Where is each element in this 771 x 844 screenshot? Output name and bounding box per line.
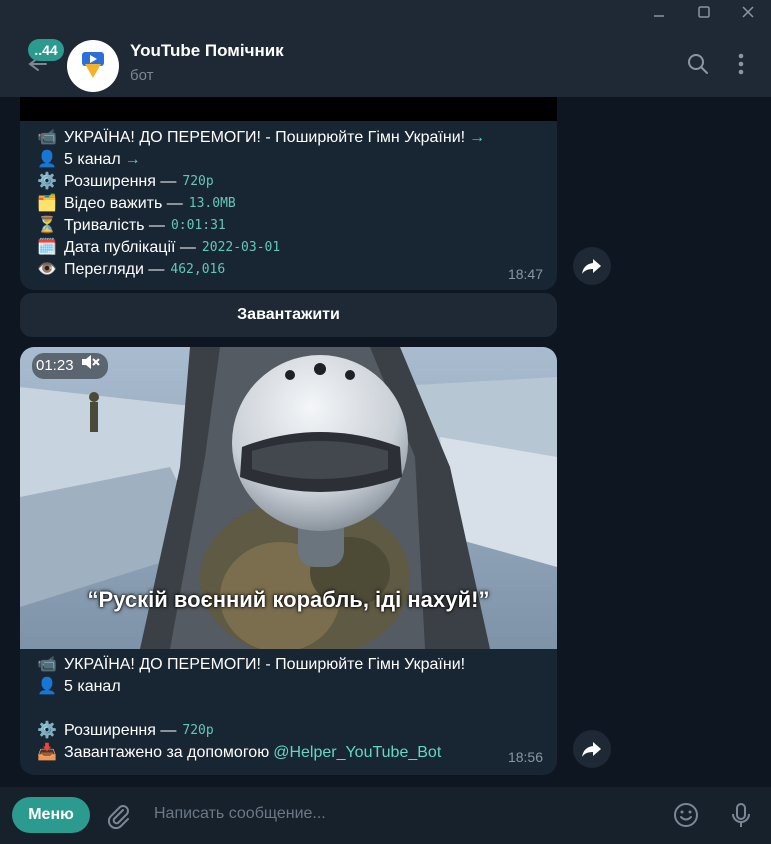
paperclip-icon[interactable] [103,801,133,831]
date-label: Дата публікації — [64,239,196,256]
resolution-value: 720p [182,723,214,738]
video-title: УКРАЇНА! ДО ПЕРЕМОГИ! - Поширюйте Гімн У… [64,129,466,146]
message-bubble[interactable]: 📹 УКРАЇНА! ДО ПЕРЕМОГИ! - Поширюйте Гімн… [20,97,557,290]
maximize-icon[interactable] [689,5,719,25]
message-line: 👤 5 канал [36,676,465,698]
arrow-link[interactable]: → [125,149,141,171]
chat-header: ..44 YouTube Помічник бот [0,30,771,97]
chat-title[interactable]: YouTube Помічник [130,41,284,61]
size-label: Відео важить — [64,195,183,212]
message-input[interactable]: Написать сообщение... [154,805,326,823]
close-icon[interactable] [733,5,763,25]
message-line: ⏳ Тривалість — 0:01:31 [36,215,485,237]
more-vertical-icon[interactable] [727,50,755,78]
emoji-icon[interactable] [671,800,701,830]
message-text: 📹 УКРАЇНА! ДО ПЕРЕМОГИ! - Поширюйте Гімн… [36,127,485,281]
channel-name: 5 канал [64,678,121,695]
download-button[interactable]: Завантажити [20,293,557,337]
calendar-icon: 🗓️ [37,239,57,256]
views-label: Перегляди — [64,261,165,278]
message-line: 🗓️ Дата публікації — 2022-03-01 [36,237,485,259]
message-text: 📹 УКРАЇНА! ДО ПЕРЕМОГИ! - Поширюйте Гімн… [36,654,465,764]
message-line: 📹 УКРАЇНА! ДО ПЕРЕМОГИ! - Поширюйте Гімн… [36,654,465,676]
duration-value: 0:01:31 [170,218,226,233]
video-player[interactable]: 01:23 “Рускій воєнний корабль, іді нахуй… [20,347,557,649]
message-list[interactable]: 📹 УКРАЇНА! ДО ПЕРЕМОГИ! - Поширюйте Гімн… [0,97,771,787]
message-time: 18:56 [507,749,543,765]
downloaded-label: Завантажено за допомогою [64,744,270,761]
video-camera-icon: 📹 [37,656,57,673]
video-subtitle: “Рускій воєнний корабль, іді нахуй!” [87,587,490,612]
message-line: 📥 Завантажено за допомогою @Helper_YouTu… [36,742,465,764]
window-titlebar [0,0,771,30]
gear-icon: ⚙️ [37,173,57,190]
search-icon[interactable] [684,50,712,78]
resolution-label: Розширення — [64,173,177,190]
video-camera-icon: 📹 [37,129,57,146]
gear-icon: ⚙️ [37,722,57,739]
chat-subtitle: бот [130,67,154,84]
share-icon[interactable] [573,730,611,768]
bot-mention-link[interactable]: @Helper_YouTube_Bot [273,742,441,764]
bot-menu-button[interactable]: Меню [12,797,90,833]
message-line: ⚙️ Розширення — 720p [36,171,485,193]
video-duration: 01:23 [32,353,108,379]
channel-name: 5 канал [64,151,121,168]
message-time: 18:47 [507,266,543,282]
share-icon[interactable] [573,247,611,285]
minimize-icon[interactable] [644,5,674,25]
message-composer: Меню Написать сообщение... [0,787,771,844]
message-line: ⚙️ Розширення — 720p [36,720,465,742]
message-line: 👤 5 канал → [36,149,485,171]
duration-label: Тривалість — [64,217,165,234]
video-time-label: 01:23 [36,357,74,374]
video-preview[interactable] [20,97,557,121]
microphone-icon[interactable] [726,800,756,830]
message-line: 🗂️ Відео важить — 13.0MB [36,193,485,215]
avatar[interactable] [67,40,119,92]
user-icon: 👤 [37,678,57,695]
hourglass-icon: ⏳ [37,217,57,234]
folder-icon: 🗂️ [37,195,57,212]
message-bubble[interactable]: 01:23 “Рускій воєнний корабль, іді нахуй… [20,347,557,775]
size-value: 13.0MB [188,196,236,211]
message-line: 📹 УКРАЇНА! ДО ПЕРЕМОГИ! - Поширюйте Гімн… [36,127,485,149]
resolution-value: 720p [182,174,214,189]
message-line: 👁️ Перегляди — 462,016 [36,259,485,281]
resolution-label: Розширення — [64,722,177,739]
muted-speaker-icon[interactable] [80,353,100,380]
unread-badge: ..44 [28,39,64,61]
inbox-tray-icon: 📥 [37,744,57,761]
video-title: УКРАЇНА! ДО ПЕРЕМОГИ! - Поширюйте Гімн У… [64,656,466,673]
user-icon: 👤 [37,151,57,168]
views-value: 462,016 [170,262,226,277]
arrow-link[interactable]: → [469,127,485,149]
date-value: 2022-03-01 [201,240,281,255]
eye-icon: 👁️ [37,261,57,278]
